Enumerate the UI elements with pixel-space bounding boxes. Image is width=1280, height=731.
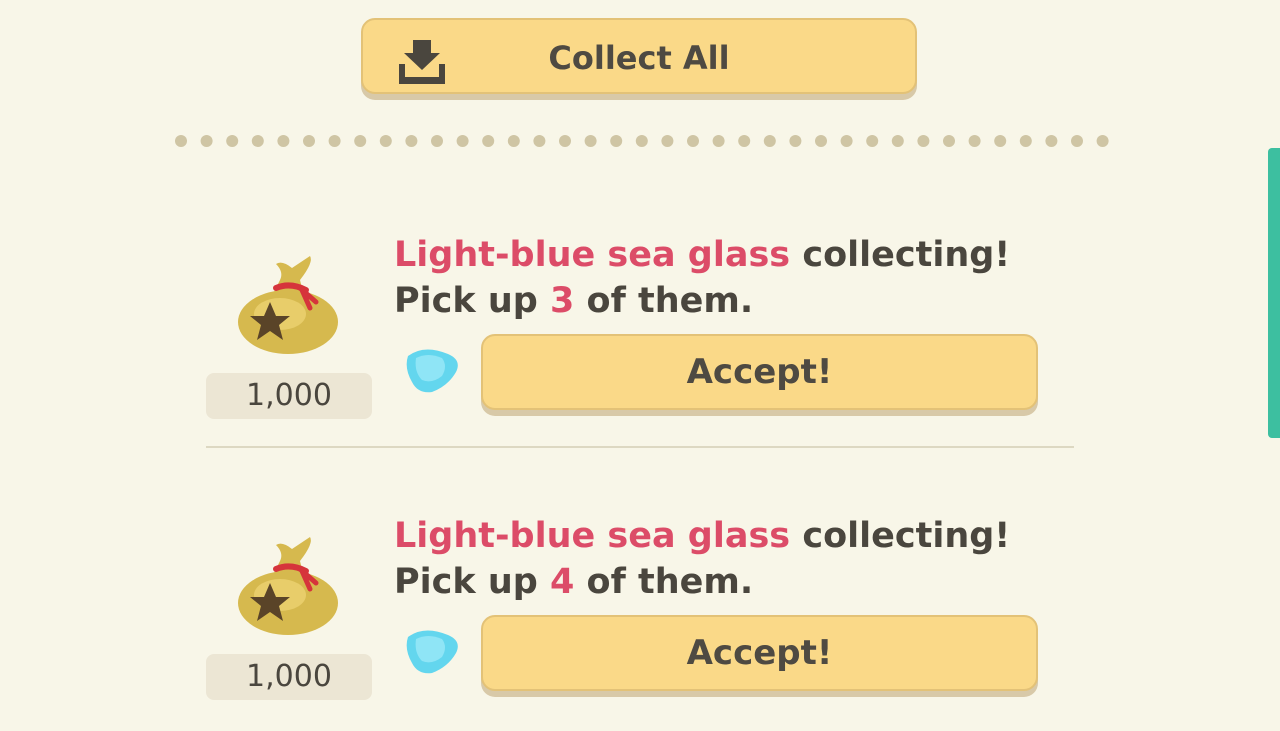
quest-line2-prefix: Pick up (394, 562, 551, 602)
quest-row: 1,000 Light-blue sea glass collecting! P… (0, 511, 1280, 731)
bell-bag-icon (238, 537, 338, 635)
quest-description: Pick up 3 of them. (394, 278, 753, 324)
collect-all-label: Collect All (548, 39, 730, 77)
quest-item-name: Light-blue sea glass (394, 516, 791, 556)
quest-title-suffix: collecting! (790, 516, 1011, 556)
quest-line2-prefix: Pick up (394, 281, 551, 321)
quest-description: Pick up 4 of them. (394, 559, 753, 605)
quest-line2-suffix: of them. (574, 281, 754, 321)
quest-title: Light-blue sea glass collecting! (394, 513, 1010, 559)
dotted-separator (175, 135, 1109, 147)
quest-title: Light-blue sea glass collecting! (394, 232, 1010, 278)
bell-bag-icon (238, 256, 338, 354)
accept-button[interactable]: Accept! (481, 334, 1038, 410)
reward-amount: 1,000 (206, 654, 372, 700)
quest-count: 4 (550, 562, 575, 602)
accept-button[interactable]: Accept! (481, 615, 1038, 691)
quest-row: 1,000 Light-blue sea glass collecting! P… (0, 230, 1280, 450)
quest-item-name: Light-blue sea glass (394, 235, 791, 275)
row-divider (206, 446, 1074, 448)
quest-title-suffix: collecting! (790, 235, 1011, 275)
quest-count: 3 (550, 281, 575, 321)
collect-all-button[interactable]: Collect All (361, 18, 917, 94)
light-blue-sea-glass-icon (406, 349, 458, 393)
reward-amount: 1,000 (206, 373, 372, 419)
quest-line2-suffix: of them. (574, 562, 754, 602)
light-blue-sea-glass-icon (406, 630, 458, 674)
